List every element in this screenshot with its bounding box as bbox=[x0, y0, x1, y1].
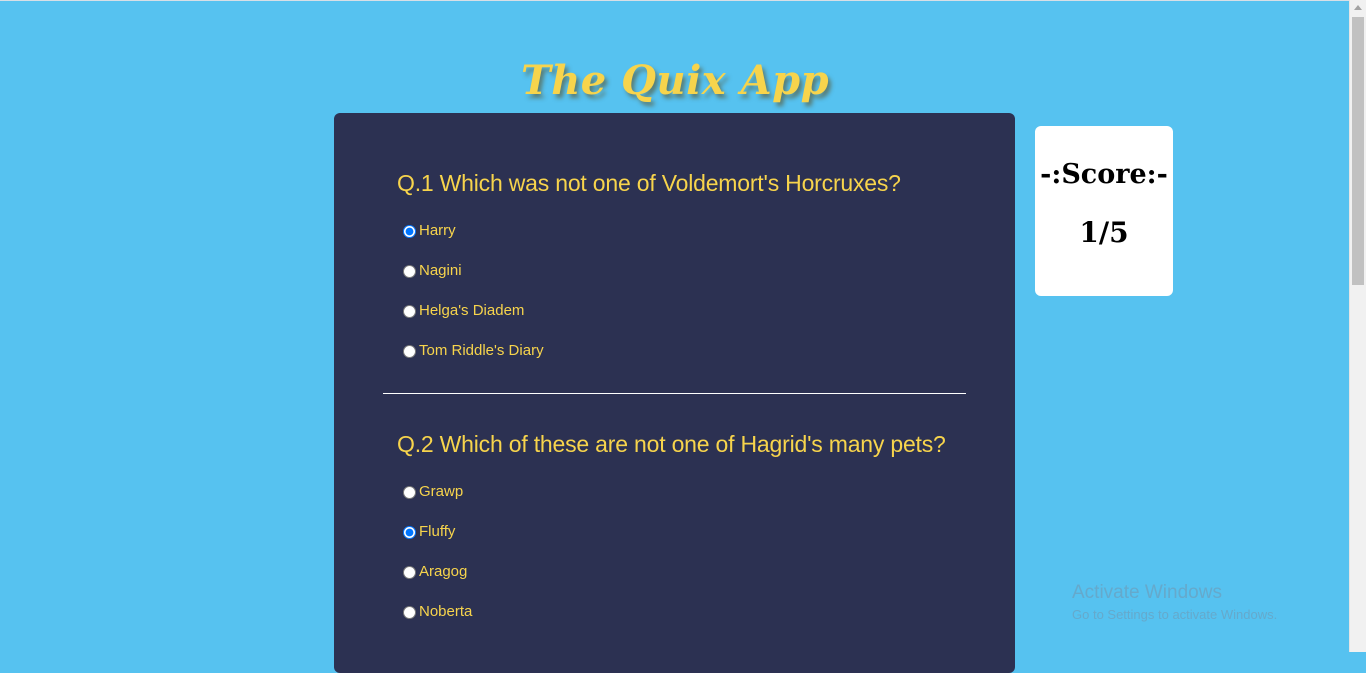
quiz-card: Q.1 Which was not one of Voldemort's Hor… bbox=[334, 113, 1015, 673]
question-2-option-2[interactable]: Fluffy bbox=[403, 512, 1015, 552]
question-2-option-3[interactable]: Aragog bbox=[403, 552, 1015, 592]
question-2-option-4[interactable]: Noberta bbox=[403, 592, 1015, 632]
question-2-option-1[interactable]: Grawp bbox=[403, 472, 1015, 512]
question-1-option-1-radio[interactable] bbox=[403, 224, 416, 238]
activate-windows-watermark: Activate Windows Go to Settings to activ… bbox=[1072, 582, 1277, 624]
score-value: 1/5 bbox=[1079, 216, 1129, 249]
question-1-options: Harry Nagini Helga's Diadem Tom Riddle's… bbox=[334, 211, 1015, 371]
question-1: Q.1 Which was not one of Voldemort's Hor… bbox=[334, 168, 1015, 371]
option-label: Harry bbox=[419, 222, 456, 239]
scrollbar-thumb[interactable] bbox=[1352, 17, 1364, 285]
question-2-option-1-radio[interactable] bbox=[403, 485, 416, 499]
question-1-option-4-radio[interactable] bbox=[403, 344, 416, 358]
watermark-title: Activate Windows bbox=[1072, 582, 1222, 603]
vertical-scrollbar[interactable] bbox=[1349, 0, 1366, 652]
question-divider bbox=[383, 393, 966, 394]
score-heading: -:Score:- bbox=[1040, 159, 1168, 190]
window-top-border bbox=[0, 0, 1349, 1]
question-2-option-4-radio[interactable] bbox=[403, 605, 416, 619]
question-2: Q.2 Which of these are not one of Hagrid… bbox=[334, 429, 1015, 632]
question-2-option-3-radio[interactable] bbox=[403, 565, 416, 579]
question-2-option-2-radio[interactable] bbox=[403, 525, 416, 539]
option-label: Helga's Diadem bbox=[419, 302, 525, 319]
question-1-option-3[interactable]: Helga's Diadem bbox=[403, 291, 1015, 331]
scroll-up-arrow-icon[interactable] bbox=[1354, 5, 1362, 10]
option-label: Nagini bbox=[419, 262, 462, 279]
option-label: Aragog bbox=[419, 563, 468, 580]
option-label: Tom Riddle's Diary bbox=[419, 342, 544, 359]
app-title: The Quix App bbox=[520, 56, 830, 104]
watermark-subtitle: Go to Settings to activate Windows. bbox=[1072, 607, 1278, 622]
score-card: -:Score:- 1/5 bbox=[1035, 126, 1173, 296]
question-1-option-2[interactable]: Nagini bbox=[403, 251, 1015, 291]
question-1-option-3-radio[interactable] bbox=[403, 304, 416, 318]
option-label: Fluffy bbox=[419, 523, 456, 540]
question-1-option-2-radio[interactable] bbox=[403, 264, 416, 278]
question-1-text: Q.1 Which was not one of Voldemort's Hor… bbox=[397, 170, 901, 196]
option-label: Noberta bbox=[419, 603, 473, 620]
option-label: Grawp bbox=[419, 483, 464, 500]
question-2-text: Q.2 Which of these are not one of Hagrid… bbox=[397, 431, 946, 457]
question-1-option-1[interactable]: Harry bbox=[403, 211, 1015, 251]
question-1-option-4[interactable]: Tom Riddle's Diary bbox=[403, 331, 1015, 371]
question-2-options: Grawp Fluffy Aragog Noberta bbox=[334, 472, 1015, 632]
